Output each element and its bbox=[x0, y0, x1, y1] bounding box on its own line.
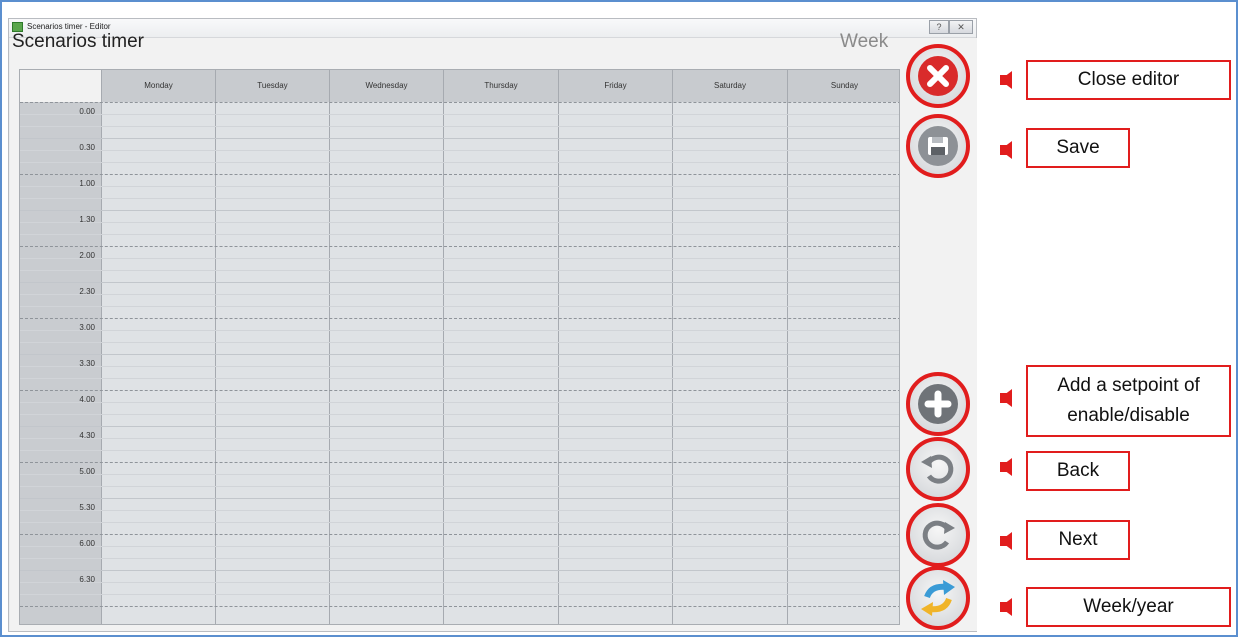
slot-divider bbox=[20, 330, 899, 331]
hour-divider bbox=[20, 606, 899, 607]
page-title: Scenarios timer bbox=[12, 31, 144, 52]
annotation-arrow bbox=[1000, 71, 1012, 89]
slot-divider bbox=[20, 594, 899, 595]
slot-divider bbox=[20, 378, 899, 379]
week-year-button[interactable] bbox=[906, 566, 970, 630]
slot-divider bbox=[20, 522, 899, 523]
grid-column-divider bbox=[558, 70, 559, 624]
slot-divider bbox=[20, 510, 899, 511]
hour-divider bbox=[20, 246, 899, 247]
annotation-arrow bbox=[1000, 598, 1012, 616]
undo-arrow-icon bbox=[921, 454, 954, 484]
slot-divider bbox=[20, 546, 899, 547]
slot-divider bbox=[20, 234, 899, 235]
day-header-friday: Friday bbox=[558, 70, 672, 102]
half-hour-divider bbox=[20, 138, 899, 139]
half-hour-divider bbox=[20, 210, 899, 211]
slot-divider bbox=[20, 414, 899, 415]
slot-divider bbox=[20, 114, 899, 115]
slot-divider bbox=[20, 450, 899, 451]
half-hour-divider bbox=[20, 282, 899, 283]
slot-divider bbox=[20, 258, 899, 259]
grid-corner bbox=[20, 70, 101, 102]
window-title: Scenarios timer - Editor bbox=[27, 22, 111, 31]
slot-divider bbox=[20, 342, 899, 343]
day-header-sunday: Sunday bbox=[787, 70, 899, 102]
floppy-disk-icon bbox=[918, 126, 958, 166]
slot-divider bbox=[20, 486, 899, 487]
half-hour-divider bbox=[20, 354, 899, 355]
day-header-wednesday: Wednesday bbox=[329, 70, 443, 102]
help-button[interactable]: ? bbox=[929, 20, 949, 34]
hour-divider bbox=[20, 390, 899, 391]
annotation-next: Next bbox=[1026, 520, 1130, 560]
title-bar: Scenarios timer - Editor ? ✕ bbox=[9, 19, 976, 38]
day-header-tuesday: Tuesday bbox=[215, 70, 329, 102]
day-header-thursday: Thursday bbox=[443, 70, 558, 102]
annotation-arrow bbox=[1000, 141, 1012, 159]
slot-divider bbox=[20, 162, 899, 163]
annotation-arrow bbox=[1000, 458, 1012, 476]
view-mode-label: Week bbox=[840, 31, 889, 52]
grid-column-divider bbox=[443, 70, 444, 624]
slot-divider bbox=[20, 126, 899, 127]
close-x-icon bbox=[918, 56, 958, 96]
save-button[interactable] bbox=[906, 114, 970, 178]
slot-divider bbox=[20, 582, 899, 583]
half-hour-divider bbox=[20, 570, 899, 571]
slot-divider bbox=[20, 270, 899, 271]
annotation-back: Back bbox=[1026, 451, 1130, 491]
annotation-add-setpoint: Add a setpoint of enable/disable bbox=[1026, 365, 1231, 437]
hour-divider bbox=[20, 102, 899, 103]
day-header-monday: Monday bbox=[101, 70, 215, 102]
close-editor-button[interactable] bbox=[906, 44, 970, 108]
slot-divider bbox=[20, 186, 899, 187]
slot-divider bbox=[20, 402, 899, 403]
window-close-button[interactable]: ✕ bbox=[949, 20, 973, 34]
day-header-saturday: Saturday bbox=[672, 70, 787, 102]
hour-divider bbox=[20, 462, 899, 463]
slot-divider bbox=[20, 222, 899, 223]
slot-divider bbox=[20, 306, 899, 307]
grid-column-divider bbox=[101, 70, 102, 624]
hour-divider bbox=[20, 534, 899, 535]
slot-divider bbox=[20, 150, 899, 151]
annotation-arrow bbox=[1000, 532, 1012, 550]
hour-divider bbox=[20, 318, 899, 319]
slot-divider bbox=[20, 366, 899, 367]
slot-divider bbox=[20, 438, 899, 439]
annotation-add-setpoint-line2: enable/disable bbox=[1067, 405, 1190, 426]
half-hour-divider bbox=[20, 426, 899, 427]
slot-divider bbox=[20, 294, 899, 295]
grid-column-divider bbox=[787, 70, 788, 624]
slot-divider bbox=[20, 474, 899, 475]
half-hour-divider bbox=[20, 498, 899, 499]
slot-divider bbox=[20, 198, 899, 199]
annotation-week-year: Week/year bbox=[1026, 587, 1231, 627]
grid-column-divider bbox=[215, 70, 216, 624]
week-grid[interactable]: Monday Tuesday Wednesday Thursday Friday… bbox=[19, 69, 900, 625]
hour-divider bbox=[20, 174, 899, 175]
redo-arrow-icon bbox=[922, 520, 955, 550]
add-setpoint-button[interactable] bbox=[906, 372, 970, 436]
plus-icon bbox=[918, 384, 958, 424]
grid-column-divider bbox=[672, 70, 673, 624]
annotation-save: Save bbox=[1026, 128, 1130, 168]
next-button[interactable] bbox=[906, 503, 970, 567]
annotation-close-editor: Close editor bbox=[1026, 60, 1231, 100]
slot-divider bbox=[20, 558, 899, 559]
grid-column-divider bbox=[329, 70, 330, 624]
swap-arrows-icon bbox=[921, 580, 955, 616]
annotation-add-setpoint-line1: Add a setpoint of bbox=[1057, 375, 1200, 396]
annotation-arrow bbox=[1000, 389, 1012, 407]
back-button[interactable] bbox=[906, 437, 970, 501]
